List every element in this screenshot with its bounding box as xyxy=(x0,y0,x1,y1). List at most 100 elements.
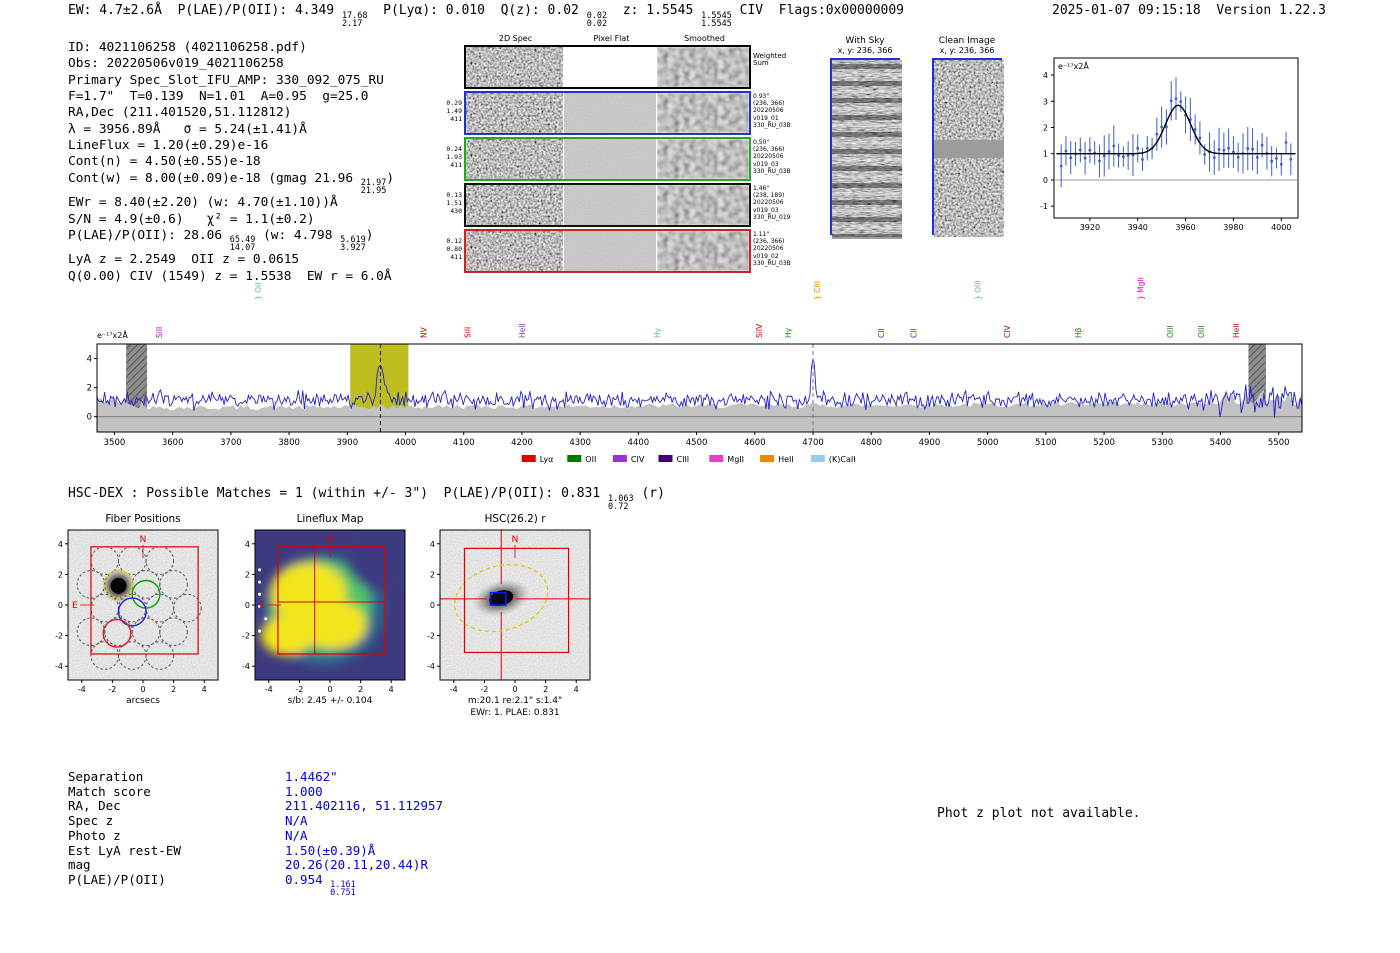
cutout-row-labels: 0.50" (236, 366) 20220506 v019_03 330_RU_03B xyxy=(753,139,791,175)
svg-text:4: 4 xyxy=(245,540,250,549)
svg-text:3920: 3920 xyxy=(1080,223,1100,232)
svg-text:HSC(26.2) r: HSC(26.2) r xyxy=(484,513,546,525)
svg-text:CII: CII xyxy=(910,328,919,338)
hsc-cutout-plot: -4 -4 -2 -2 0 0 2 2 4 4 HSC(26.2) r m:20.1 re:2.1" … xyxy=(427,513,591,718)
svg-text:OIII: OIII xyxy=(1197,325,1206,338)
svg-text:e⁻¹⁷x2Å: e⁻¹⁷x2Å xyxy=(1058,60,1089,71)
svg-text:4600: 4600 xyxy=(744,438,766,448)
svg-text:-1: -1 xyxy=(1040,202,1048,211)
svg-text:Hγ: Hγ xyxy=(784,327,793,338)
svg-text:5400: 5400 xyxy=(1210,438,1232,448)
smoothed-cutout xyxy=(657,185,749,225)
cutout-row-stats: 0.24 1.93 411 xyxy=(446,145,462,169)
svg-text:1: 1 xyxy=(1043,150,1048,159)
svg-text:0: 0 xyxy=(140,685,145,694)
cutout-row: Weighted Sum xyxy=(443,45,805,89)
svg-text:HeII: HeII xyxy=(778,455,794,464)
match-row-value: N/A xyxy=(285,827,308,843)
svg-text:} CIII: } CIII xyxy=(813,281,822,300)
svg-text:0: 0 xyxy=(245,601,250,610)
svg-text:4: 4 xyxy=(574,685,579,694)
svg-text:4300: 4300 xyxy=(569,438,591,448)
svg-text:Lineflux Map: Lineflux Map xyxy=(297,513,364,525)
info-line: P(LAE)/P(OII): 28.06 65.49 14.07 (w: 4.79… xyxy=(68,227,374,254)
svg-text:m:20.1 re:2.1" s:1.4": m:20.1 re:2.1" s:1.4" xyxy=(468,696,562,706)
svg-text:4: 4 xyxy=(202,685,207,694)
svg-text:HeII: HeII xyxy=(518,323,527,338)
svg-text:Hγ: Hγ xyxy=(653,327,662,338)
svg-text:OIII: OIII xyxy=(1166,325,1175,338)
match-table-row: P(LAE)/P(OII) 0.954 1.161 0.751 xyxy=(68,872,443,898)
smoothed-cutout xyxy=(657,93,749,133)
match-row-label: Photo z xyxy=(68,827,121,843)
stacked-uncertainty: 17.68 2.17 xyxy=(341,10,368,29)
match-row-label: Spec z xyxy=(68,813,114,829)
svg-text:N: N xyxy=(512,535,519,545)
svg-text:CII: CII xyxy=(877,328,886,338)
svg-text:-4: -4 xyxy=(427,662,435,671)
spec2d-cutout xyxy=(466,93,563,133)
report-meta: 2025-01-07 09:15:18 Version 1.22.3 xyxy=(1052,3,1326,18)
svg-text:4: 4 xyxy=(430,540,435,549)
lineflux-map-plot: -4 -4 -2 -2 0 0 2 2 4 4 Lineflux Map s/b: 2.45 +/- … xyxy=(242,513,406,706)
info-line: LineFlux = 1.20(±0.29)e-16 xyxy=(68,138,269,154)
pixelflat-cutout xyxy=(564,185,656,225)
match-table-row: Separation 1.4462" xyxy=(68,769,443,785)
spec2d-cutout xyxy=(466,139,563,179)
svg-text:3600: 3600 xyxy=(162,438,184,448)
svg-text:s/b: 2.45 +/- 0.104: s/b: 2.45 +/- 0.104 xyxy=(288,696,373,706)
svg-text:4900: 4900 xyxy=(919,438,941,448)
svg-text:4: 4 xyxy=(389,685,394,694)
svg-text:0: 0 xyxy=(430,601,435,610)
svg-text:2: 2 xyxy=(171,685,176,694)
match-table-row: Est LyA rest-EW 1.50(±0.39)Å xyxy=(68,842,443,859)
svg-text:arcsecs: arcsecs xyxy=(126,696,160,706)
with-sky-coords: x, y: 236, 366 xyxy=(837,46,893,55)
svg-text:4: 4 xyxy=(58,540,63,549)
svg-text:3900: 3900 xyxy=(336,438,358,448)
spec2d-cutouts: 2D Spec Pixel Flat Smoothed Weighted Sum 0… xyxy=(443,34,805,275)
svg-text:(K)CaII: (K)CaII xyxy=(829,455,856,464)
info-line: Obs: 20220506v019_4021106258 xyxy=(68,56,284,72)
svg-text:3700: 3700 xyxy=(220,438,242,448)
cutout-row: 0.24 1.93 411 0.50" (236, 366) 20220506 v019_0… xyxy=(443,137,805,181)
cutout-column-headers: 2D Spec Pixel Flat Smoothed xyxy=(443,34,805,45)
svg-text:Fiber Positions: Fiber Positions xyxy=(105,513,180,525)
svg-text:3980: 3980 xyxy=(1223,223,1243,232)
col-header-smoothed: Smoothed xyxy=(684,34,725,43)
match-row-value: 1.000 xyxy=(285,783,323,799)
svg-text:3960: 3960 xyxy=(1175,223,1195,232)
svg-text:SiII: SiII xyxy=(155,327,164,338)
clean-image-coords: x, y: 236, 366 xyxy=(939,46,995,55)
svg-text:NV: NV xyxy=(420,326,429,338)
match-table-row: RA, Dec 211.402116, 51.112957 xyxy=(68,799,443,814)
svg-text:-4: -4 xyxy=(78,685,86,694)
svg-text:-2: -2 xyxy=(427,632,435,641)
match-row-label: Match score xyxy=(68,783,151,799)
match-row-value: 1.50(±0.39)Å xyxy=(285,842,376,858)
match-details-table: Separation 1.4462" Match score 1.000 RA, Dec… xyxy=(68,769,443,898)
info-line: Primary Spec_Slot_IFU_AMP: 330_092_075_R… xyxy=(68,72,384,88)
svg-text:2: 2 xyxy=(358,685,363,694)
cutout-row-labels: 1.46" (238, 189) 20220506 v019_03 330_RU_019 xyxy=(753,185,791,221)
svg-text:E: E xyxy=(259,601,265,611)
smoothed-cutout xyxy=(657,47,749,87)
cutout-row-stats xyxy=(443,45,464,89)
svg-text:2: 2 xyxy=(245,570,250,579)
svg-text:-2: -2 xyxy=(295,685,303,694)
svg-text:-4: -4 xyxy=(450,685,458,694)
svg-text:4700: 4700 xyxy=(802,438,824,448)
svg-text:-4: -4 xyxy=(242,662,250,671)
match-row-label: RA, Dec xyxy=(68,798,121,814)
svg-text:3500: 3500 xyxy=(104,438,126,448)
svg-text:0: 0 xyxy=(512,685,517,694)
svg-text:N: N xyxy=(327,535,334,545)
info-line: ID: 4021106258 (4021106258.pdf) xyxy=(68,40,307,55)
svg-text:4: 4 xyxy=(87,355,92,365)
stacked-uncertainty: 1.063 0.72 xyxy=(608,493,634,512)
svg-text:} OII: } OII xyxy=(254,283,263,300)
fiber-positions-plot: -4 -4 -2 -2 0 0 2 2 4 4 Fiber Positions arcsecs N E xyxy=(55,513,219,706)
svg-text:4200: 4200 xyxy=(511,438,533,448)
svg-text:E: E xyxy=(72,601,78,611)
svg-text:-2: -2 xyxy=(480,685,488,694)
